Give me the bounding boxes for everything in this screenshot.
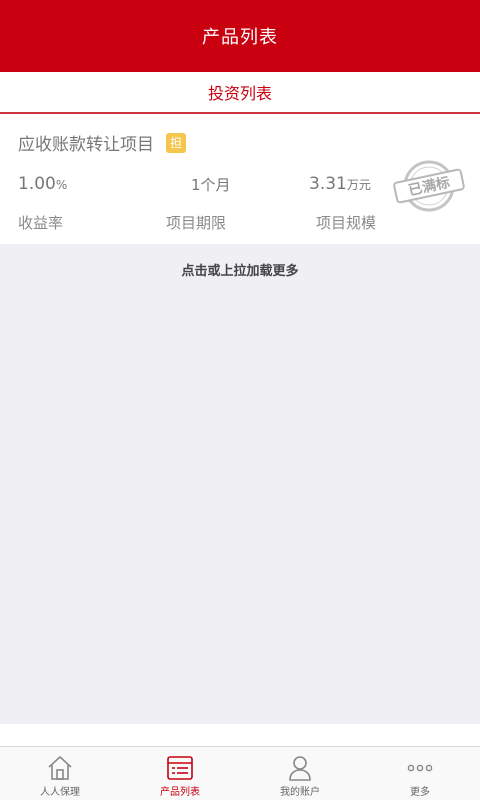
term-value: 1个月 xyxy=(191,174,231,195)
tab-my-account[interactable]: 我的账户 xyxy=(240,747,360,800)
load-more-button[interactable]: 点击或上拉加载更多 xyxy=(0,256,480,282)
product-name: 应收账款转让项目 xyxy=(18,135,154,155)
product-name-row: 应收账款转让项目 担 xyxy=(18,130,186,155)
rate-value: 1.00% xyxy=(18,174,67,194)
tab-home-label: 人人保理 xyxy=(40,787,80,798)
user-icon xyxy=(289,756,311,781)
term-number: 1 xyxy=(191,176,201,194)
size-number: 3.31 xyxy=(309,174,347,194)
load-more-text: 点击或上拉加载更多 xyxy=(181,263,299,279)
guarantee-badge: 担 xyxy=(166,132,186,153)
tab-invest-list-label: 投资列表 xyxy=(207,84,272,103)
fully-funded-stamp: 已满标 xyxy=(393,160,465,212)
tab-invest-list[interactable]: 投资列表 xyxy=(0,72,480,114)
more-icon xyxy=(407,764,433,772)
tab-home[interactable]: 人人保理 xyxy=(0,747,120,800)
content-bottom-spacer xyxy=(0,724,480,746)
tab-more-label: 更多 xyxy=(410,787,430,798)
home-icon xyxy=(48,756,72,780)
tab-product-list-label: 产品列表 xyxy=(160,787,200,798)
tab-more[interactable]: 更多 xyxy=(360,747,480,800)
list-icon xyxy=(167,756,193,780)
term-label: 项目期限 xyxy=(166,214,227,232)
page-title: 产品列表 xyxy=(202,27,278,48)
size-unit: 万元 xyxy=(346,178,371,192)
size-value: 3.31万元 xyxy=(309,174,371,194)
size-label: 项目规模 xyxy=(316,214,377,232)
term-unit: 个月 xyxy=(200,176,231,194)
bottom-tabbar: 人人保理 产品列表 我的账户 更多 xyxy=(0,746,480,800)
app-header: 产品列表 xyxy=(0,0,480,72)
product-card[interactable]: 应收账款转让项目 担 1.00% 1个月 3.31万元 收益率 项目期限 项目规… xyxy=(0,114,480,244)
tab-my-account-label: 我的账户 xyxy=(280,787,320,798)
tab-product-list[interactable]: 产品列表 xyxy=(120,747,240,800)
rate-unit: % xyxy=(55,178,68,192)
rate-number: 1.00 xyxy=(18,174,56,194)
rate-label: 收益率 xyxy=(18,214,64,232)
